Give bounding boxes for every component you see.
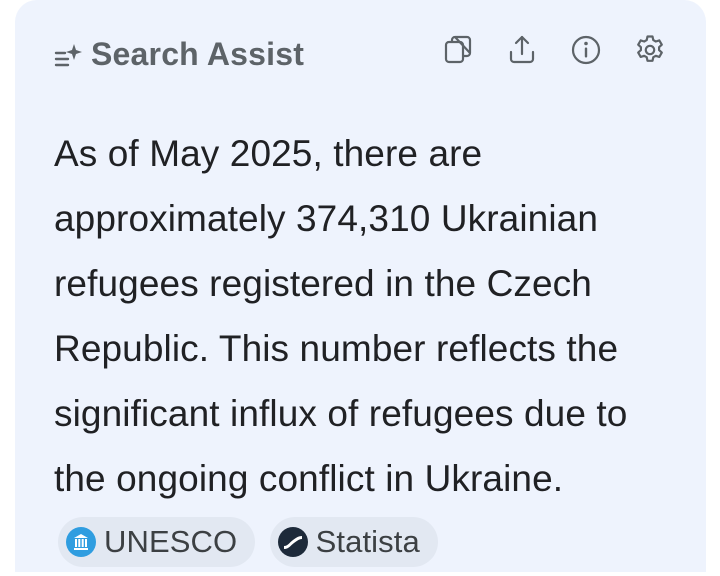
source-label-statista: Statista — [315, 524, 420, 560]
copy-icon — [444, 35, 472, 64]
answer-text: As of May 2025, there are approximately … — [54, 121, 684, 576]
answer-body: As of May 2025, there are approximately … — [54, 133, 628, 499]
assist-sparkle-icon — [54, 43, 82, 66]
source-chip-unesco[interactable]: UNESCO — [58, 517, 256, 568]
copy-button[interactable] — [440, 32, 476, 68]
info-button[interactable] — [568, 32, 604, 68]
source-chip-statista[interactable]: Statista — [269, 517, 438, 568]
panel-title-group: Search Assist — [53, 36, 304, 73]
panel-toolbar — [440, 32, 668, 68]
share-button[interactable] — [504, 32, 540, 68]
statista-logo-icon — [277, 527, 308, 558]
settings-button[interactable] — [632, 32, 668, 68]
panel-title: Search Assist — [91, 36, 305, 72]
info-icon — [571, 35, 601, 65]
panel-header: Search Assist — [15, 28, 706, 82]
gear-icon — [637, 35, 663, 62]
unesco-logo-icon — [66, 527, 96, 558]
source-label-unesco: UNESCO — [104, 524, 238, 560]
share-icon — [509, 35, 535, 64]
search-assist-panel: Search Assist As of May 2025, there are … — [15, 0, 706, 572]
